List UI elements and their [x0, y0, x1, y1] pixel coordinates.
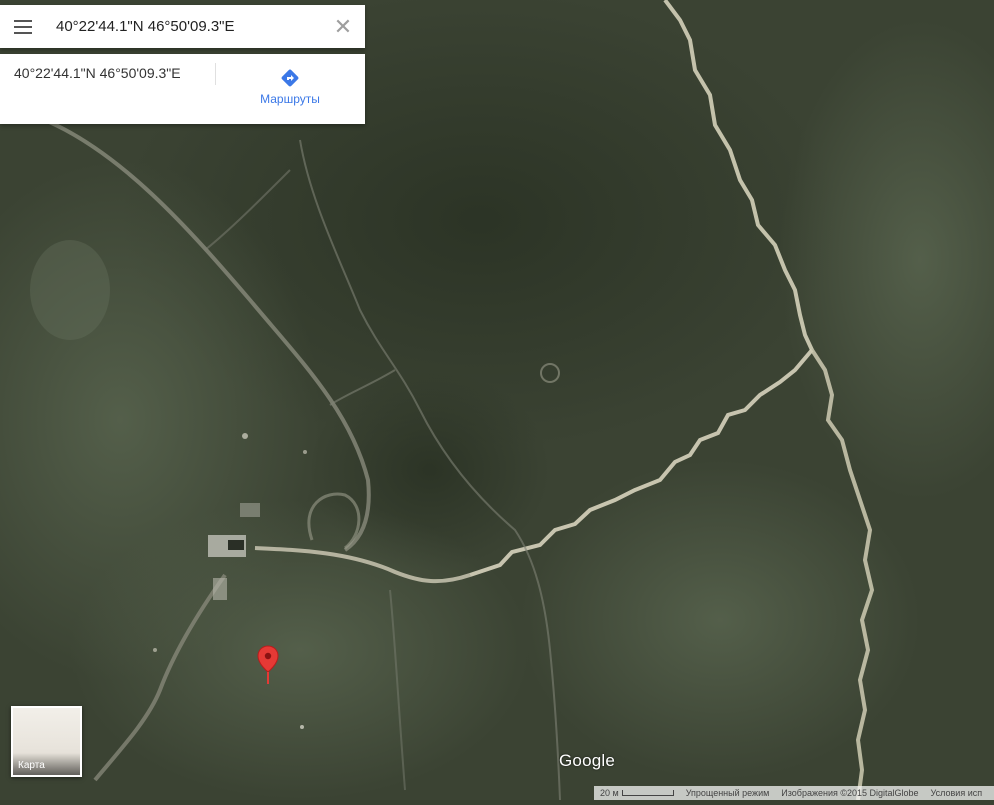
map-footer: 20 м Упрощенный режим Изображения ©2015 … [594, 786, 994, 800]
search-box: ✕ [0, 5, 365, 48]
routes-button[interactable]: Маршруты [250, 64, 330, 114]
layer-toggle-label: Карта [13, 753, 80, 775]
imagery-attribution: Изображения ©2015 DigitalGlobe [781, 788, 919, 798]
card-divider [215, 63, 216, 85]
terms-link[interactable]: Условия исп [925, 788, 989, 798]
hamburger-menu-icon[interactable] [0, 5, 46, 48]
search-input[interactable] [46, 5, 321, 48]
location-pin-icon[interactable] [257, 645, 279, 685]
map-layer-toggle[interactable]: Карта [11, 706, 82, 777]
place-coordinates: 40°22'44.1"N 46°50'09.3"E [14, 65, 181, 81]
scale-bar [621, 790, 674, 796]
lite-mode-link[interactable]: Упрощенный режим [680, 788, 776, 798]
directions-icon [281, 69, 299, 87]
place-card: 40°22'44.1"N 46°50'09.3"E Маршруты [0, 54, 365, 124]
routes-label: Маршруты [260, 92, 320, 106]
scale-label: 20 м [600, 788, 619, 798]
scale-indicator[interactable]: 20 м [594, 788, 680, 798]
close-icon[interactable]: ✕ [321, 5, 365, 48]
google-logo: Google [559, 751, 616, 770]
